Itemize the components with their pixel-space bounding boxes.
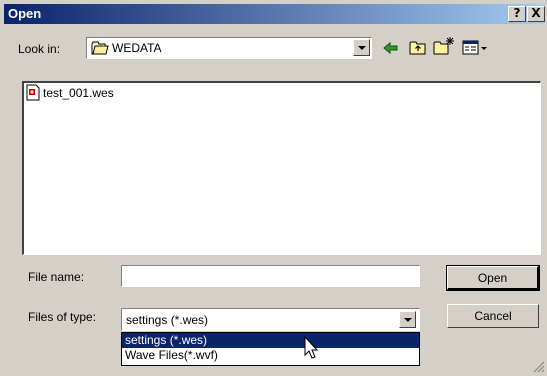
file-name-label: File name: (28, 270, 85, 284)
dropdown-option-wave-files[interactable]: Wave Files(*.wvf) (122, 348, 419, 363)
new-folder-icon[interactable] (433, 36, 455, 59)
files-of-type-value: settings (*.wes) (126, 313, 209, 327)
settings-file-icon (25, 84, 41, 104)
cancel-button[interactable]: Cancel (447, 304, 539, 328)
file-name-input-wrap (121, 265, 420, 287)
title-bar[interactable]: Open (4, 4, 545, 24)
open-button[interactable]: Open (446, 265, 540, 291)
window-title: Open (8, 6, 42, 21)
open-dialog: Open ? X Look in: WEDATA test_001.wes Fi… (0, 0, 547, 374)
files-of-type-combobox[interactable]: settings (*.wes) (121, 308, 420, 331)
look-in-combobox[interactable]: WEDATA (86, 37, 372, 59)
look-in-label: Look in: (18, 42, 61, 56)
mouse-pointer-icon (304, 335, 320, 363)
file-name-text: test_001.wes (43, 86, 114, 100)
back-arrow-icon[interactable] (382, 40, 400, 59)
file-name-input[interactable] (125, 269, 415, 284)
folder-icon (91, 41, 109, 58)
look-in-dropdown-arrow[interactable] (353, 39, 370, 56)
files-of-type-dropdown-list: settings (*.wes) Wave Files(*.wvf) (121, 332, 420, 366)
file-list[interactable]: test_001.wes (22, 81, 541, 255)
close-button[interactable]: X (527, 6, 545, 22)
files-of-type-dropdown-arrow[interactable] (399, 311, 416, 328)
dropdown-option-settings[interactable]: settings (*.wes) (122, 333, 419, 348)
files-of-type-label: Files of type: (28, 310, 97, 324)
view-menu-icon[interactable] (462, 39, 488, 59)
up-folder-icon[interactable] (409, 39, 427, 59)
look-in-value: WEDATA (112, 41, 162, 55)
help-button[interactable]: ? (508, 6, 526, 22)
